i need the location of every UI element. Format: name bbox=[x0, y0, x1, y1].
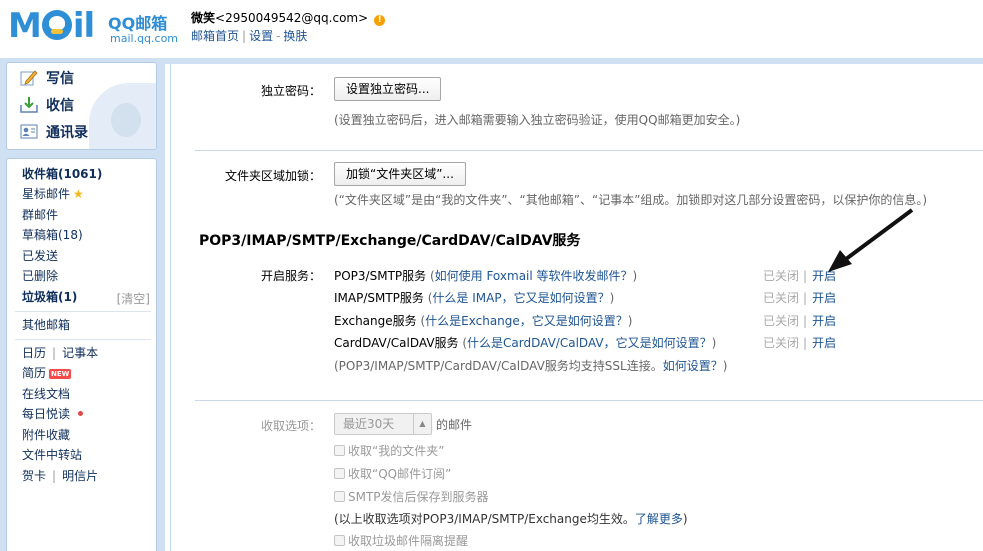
password-hint: (设置独立密码后，进入邮箱需要输入独立密码验证，使用QQ邮箱更加安全。) bbox=[334, 113, 741, 127]
receive-suffix: 的邮件 bbox=[436, 418, 473, 432]
inbox-download-icon bbox=[20, 96, 38, 113]
imap-help-link[interactable]: 什么是 IMAP，它又是如何设置？ bbox=[432, 291, 609, 305]
settings-link[interactable]: 设置 bbox=[249, 29, 273, 43]
user-identity: 微笑<2950049542@qq.com>! bbox=[191, 9, 386, 26]
checkbox-icon[interactable] bbox=[334, 468, 345, 479]
receive-button[interactable]: 收信 bbox=[20, 95, 74, 117]
penguin-decoration bbox=[89, 83, 156, 149]
checkbox-icon[interactable] bbox=[334, 491, 345, 502]
receive-hint: (以上收取选项对POP3/IMAP/SMTP/Exchange均生效。了解更多) bbox=[334, 512, 688, 526]
folder-list: 收件箱(1061) 星标邮件 ★ 群邮件 草稿箱(18) 已发送 已删除 垃圾箱(… bbox=[6, 158, 157, 551]
logo-wordmark: Mil bbox=[8, 6, 95, 46]
header-links: 邮箱首页 | 设置 - 换肤 bbox=[191, 29, 308, 43]
folder-spam[interactable]: 垃圾箱(1) bbox=[22, 287, 77, 307]
notepad-link[interactable]: 记事本 bbox=[62, 346, 98, 360]
logo-brand: QQ邮箱 bbox=[108, 14, 168, 33]
calendar-link[interactable]: 日历 bbox=[22, 346, 46, 360]
change-skin-link[interactable]: 换肤 bbox=[283, 29, 307, 43]
spam-clear-link[interactable]: [清空] bbox=[117, 290, 150, 307]
contacts-icon bbox=[20, 123, 38, 140]
receive-options-label: 收取选项： bbox=[260, 419, 321, 433]
exchange-status: 已关闭 | 开启 bbox=[763, 314, 837, 328]
service-imap-smtp: IMAP/SMTP服务 (什么是 IMAP，它又是如何设置？) bbox=[334, 291, 615, 305]
section-title: POP3/IMAP/SMTP/Exchange/CardDAV/CalDAV服务 bbox=[199, 233, 581, 249]
folder-drafts[interactable]: 草稿箱(18) bbox=[22, 225, 83, 245]
user-name: 微笑 bbox=[191, 11, 216, 25]
user-email: <2950049542@qq.com> bbox=[215, 11, 369, 25]
notification-dot-icon bbox=[78, 411, 84, 416]
password-label: 独立密码： bbox=[260, 84, 321, 98]
app-online-docs[interactable]: 在线文档 bbox=[22, 384, 70, 404]
postcard-link[interactable]: 明信片 bbox=[62, 469, 98, 483]
checkbox-spam-reminder[interactable]: 收取垃圾邮件隔离提醒 bbox=[334, 532, 468, 549]
learn-more-link[interactable]: 了解更多 bbox=[635, 512, 683, 526]
card-link[interactable]: 贺卡 bbox=[22, 469, 46, 483]
app-attachments[interactable]: 附件收藏 bbox=[22, 425, 70, 445]
star-icon: ★ bbox=[73, 187, 84, 201]
ssl-hint: (POP3/IMAP/SMTP/CardDAV/CalDAV服务均支持SSL连接… bbox=[334, 359, 728, 373]
new-badge: NEW bbox=[49, 369, 72, 379]
mailbox-home-link[interactable]: 邮箱首页 bbox=[191, 29, 239, 43]
enable-services-label: 开启服务： bbox=[260, 269, 321, 283]
exchange-help-link[interactable]: 什么是Exchange，它又是如何设置？ bbox=[425, 314, 628, 328]
receive-range-select[interactable]: 最近30天 ▲ bbox=[334, 413, 432, 435]
service-carddav-caldav: CardDAV/CalDAV服务 (什么是CardDAV/CalDAV，它又是如… bbox=[334, 336, 717, 350]
divider bbox=[15, 311, 151, 312]
apps-calendar-notepad: 日历 | 记事本 bbox=[22, 346, 99, 360]
apps-card-postcard: 贺卡 | 明信片 bbox=[22, 469, 99, 483]
folder-lock-label: 文件夹区域加锁： bbox=[224, 169, 321, 183]
folder-inbox[interactable]: 收件箱(1061) bbox=[22, 164, 102, 184]
settings-panel: 独立密码： 设置独立密码... (设置独立密码后，进入邮箱需要输入独立密码验证，… bbox=[170, 64, 983, 551]
exchange-enable-link[interactable]: 开启 bbox=[812, 314, 836, 328]
folder-group[interactable]: 群邮件 bbox=[22, 205, 58, 225]
logo-domain: mail.qq.com bbox=[110, 32, 179, 45]
annotation-arrow-icon bbox=[828, 208, 914, 272]
app-daily-read[interactable]: 每日悦读 bbox=[22, 404, 84, 424]
carddav-help-link[interactable]: 什么是CardDAV/CalDAV，它又是如何设置？ bbox=[467, 336, 712, 350]
compose-button[interactable]: 写信 bbox=[20, 68, 74, 90]
service-pop3-smtp: POP3/SMTP服务 (如何使用 Foxmail 等软件收发邮件？) bbox=[334, 269, 638, 283]
divider bbox=[15, 339, 151, 340]
pop3-help-link[interactable]: 如何使用 Foxmail 等软件收发邮件？ bbox=[435, 269, 633, 283]
quick-actions-panel: 写信 收信 通讯录 bbox=[6, 62, 157, 150]
imap-status: 已关闭 | 开启 bbox=[763, 291, 837, 305]
service-exchange: Exchange服务 (什么是Exchange，它又是如何设置？) bbox=[334, 314, 633, 328]
qq-mail-logo[interactable]: Mil QQ邮箱 mail.qq.com bbox=[8, 6, 178, 46]
checkbox-my-folders[interactable]: 收取“我的文件夹” bbox=[334, 442, 444, 459]
folder-sent[interactable]: 已发送 bbox=[22, 246, 58, 266]
checkbox-icon[interactable] bbox=[334, 535, 345, 546]
app-resume[interactable]: 简历 NEW bbox=[22, 363, 72, 383]
checkbox-smtp-save[interactable]: SMTP发信后保存到服务器 bbox=[334, 488, 489, 505]
ssl-howto-link[interactable]: 如何设置？ bbox=[663, 359, 723, 373]
carddav-enable-link[interactable]: 开启 bbox=[812, 336, 836, 350]
checkbox-qq-subscription[interactable]: 收取“QQ邮件订阅” bbox=[334, 465, 451, 482]
warning-icon[interactable]: ! bbox=[374, 15, 386, 26]
divider bbox=[195, 150, 983, 151]
updown-arrow-icon: ▲ bbox=[413, 414, 431, 434]
carddav-status: 已关闭 | 开启 bbox=[763, 336, 837, 350]
app-file-transfer[interactable]: 文件中转站 bbox=[22, 445, 82, 465]
set-password-button[interactable]: 设置独立密码... bbox=[334, 77, 442, 101]
pencil-icon bbox=[20, 69, 38, 86]
penguin-icon bbox=[41, 10, 72, 40]
header: Mil QQ邮箱 mail.qq.com 微笑<2950049542@qq.co… bbox=[0, 0, 983, 58]
checkbox-icon[interactable] bbox=[334, 445, 345, 456]
folder-deleted[interactable]: 已删除 bbox=[22, 266, 58, 286]
contacts-button[interactable]: 通讯录 bbox=[20, 122, 88, 144]
imap-enable-link[interactable]: 开启 bbox=[812, 291, 836, 305]
folder-starred[interactable]: 星标邮件 ★ bbox=[22, 184, 84, 204]
folder-other-mailboxes[interactable]: 其他邮箱 bbox=[22, 315, 70, 335]
divider bbox=[195, 400, 983, 401]
lock-folder-button[interactable]: 加锁“文件夹区域”... bbox=[334, 162, 466, 186]
